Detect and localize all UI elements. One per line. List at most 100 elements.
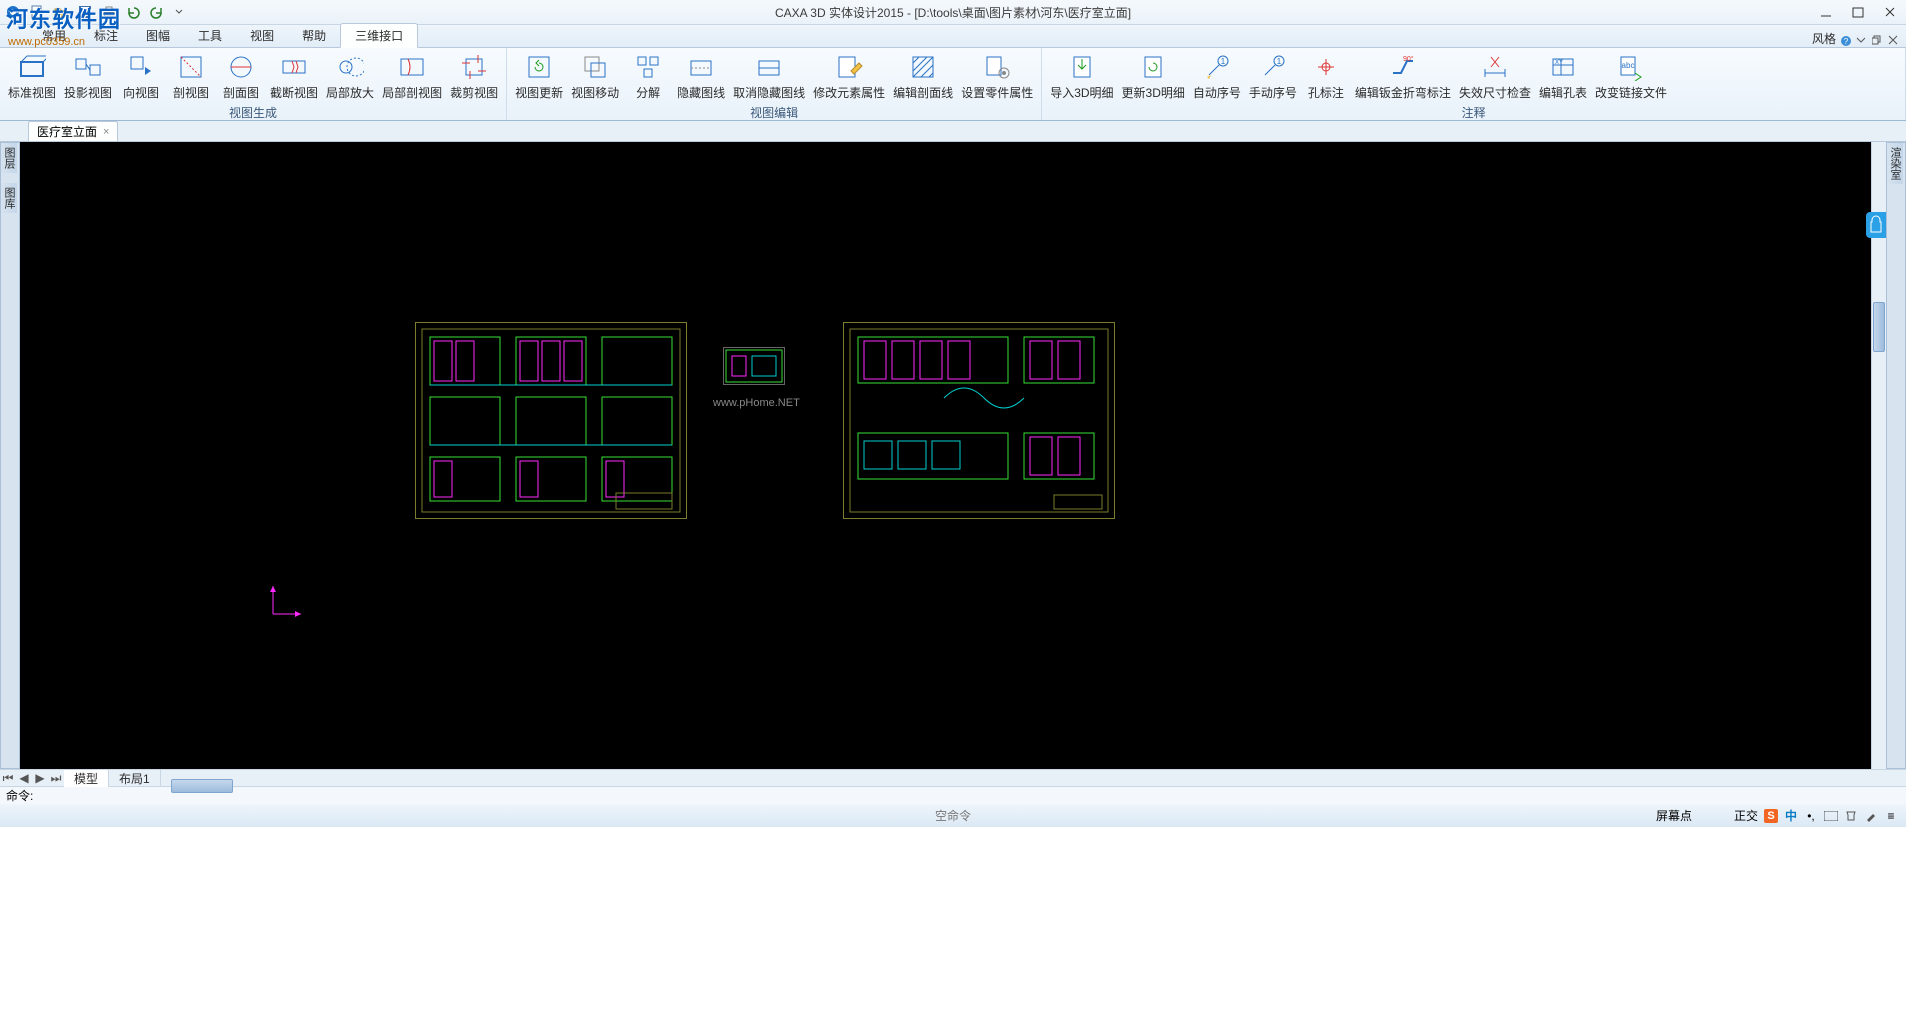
btn-projection-view[interactable]: 投影视图 — [60, 50, 116, 103]
btn-manual-balloon[interactable]: 1手动序号 — [1245, 50, 1301, 103]
btn-edit-hatch[interactable]: 编辑剖面线 — [889, 50, 957, 103]
tab-annotate[interactable]: 标注 — [80, 24, 132, 47]
help-icon[interactable]: ? — [1840, 35, 1852, 47]
tab-tools[interactable]: 工具 — [184, 24, 236, 47]
status-empty-cmd: 空命令 — [935, 807, 971, 824]
title-bar: CAXA 3D 实体设计2015 - [D:\tools\桌面\图片素材\河东\… — [0, 0, 1906, 25]
btn-cross-section[interactable]: 剖面图 — [216, 50, 266, 103]
btn-change-link-file[interactable]: abc改变链接文件 — [1591, 50, 1671, 103]
save-icon[interactable] — [78, 5, 94, 19]
btn-crop-view[interactable]: 裁剪视图 — [446, 50, 502, 103]
mdi-close-icon[interactable] — [1888, 35, 1900, 47]
btn-edit-hole-table[interactable]: XY编辑孔表 — [1535, 50, 1591, 103]
qat-more-icon[interactable] — [174, 5, 190, 19]
ribbon-tab-bar: 常用 标注 图幅 工具 视图 帮助 三维接口 风格 ? — [0, 25, 1906, 48]
drawing-canvas[interactable]: www.pHome.NET — [20, 142, 1886, 769]
tab-3d-interface[interactable]: 三维接口 — [340, 23, 418, 48]
svg-text:1: 1 — [1277, 57, 1282, 66]
maximize-button[interactable] — [1842, 0, 1874, 24]
command-line[interactable]: 命令: — [0, 786, 1906, 804]
drawing-sheet-1 — [415, 322, 687, 519]
undo-icon[interactable] — [126, 5, 142, 19]
tab-common[interactable]: 常用 — [28, 24, 80, 47]
btn-edit-bend-note[interactable]: 90°编辑钣金折弯标注 — [1351, 50, 1455, 103]
sheet-tab-model[interactable]: 模型 — [64, 770, 109, 787]
btn-detail-view[interactable]: 局部放大 — [322, 50, 378, 103]
ime-keyboard-icon[interactable] — [1824, 809, 1838, 823]
btn-unhide-lines[interactable]: 取消隐藏图线 — [729, 50, 809, 103]
btn-standard-view[interactable]: 标准视图 — [4, 50, 60, 103]
quick-access-toolbar — [0, 5, 196, 19]
sheet-nav-first-icon[interactable]: ⏮ — [0, 771, 16, 785]
redo-icon[interactable] — [150, 5, 166, 19]
btn-local-section[interactable]: 局部剖视图 — [378, 50, 446, 103]
window-title: CAXA 3D 实体设计2015 - [D:\tools\桌面\图片素材\河东\… — [775, 4, 1131, 21]
ribbon-group-label: 注释 — [1046, 103, 1901, 122]
svg-text:abc: abc — [1622, 61, 1635, 70]
sheet-nav-prev-icon[interactable]: ◀ — [16, 771, 32, 785]
ribbon: 标准视图 投影视图 向视图 剖视图 剖面图 截断视图 局部放大 局部剖视图 裁剪… — [0, 48, 1906, 121]
new-icon[interactable] — [30, 5, 46, 19]
btn-direction-view[interactable]: 向视图 — [116, 50, 166, 103]
btn-edit-element-attr[interactable]: 修改元素属性 — [809, 50, 889, 103]
btn-move-view[interactable]: 视图移动 — [567, 50, 623, 103]
btn-explode[interactable]: 分解 — [623, 50, 673, 103]
svg-text:XY: XY — [1555, 60, 1563, 66]
svg-text:90°: 90° — [1403, 55, 1414, 63]
ime-sogou-icon[interactable]: S — [1764, 809, 1778, 823]
btn-hide-lines[interactable]: 隐藏图线 — [673, 50, 729, 103]
svg-text:1: 1 — [1221, 57, 1226, 66]
ime-tool-icon[interactable] — [1864, 809, 1878, 823]
btn-import-3d-bom[interactable]: 导入3D明细 — [1046, 50, 1117, 103]
ribbon-group-view-edit: 视图更新 视图移动 分解 隐藏图线 取消隐藏图线 修改元素属性 编辑剖面线 设置… — [507, 48, 1042, 120]
ribbon-group-label: 视图编辑 — [511, 103, 1037, 122]
left-rail-library[interactable]: 图库 — [1, 183, 17, 213]
btn-set-part-attr[interactable]: 设置零件属性 — [957, 50, 1037, 103]
ribbon-group-label: 视图生成 — [4, 103, 502, 122]
sheet-nav-next-icon[interactable]: ▶ — [32, 771, 48, 785]
sheet-tab-bar: ⏮ ◀ ▶ ⏭ 模型 布局1 — [0, 769, 1906, 786]
btn-auto-balloon[interactable]: 1自动序号 — [1189, 50, 1245, 103]
left-rail-layers[interactable]: 图层 — [1, 143, 17, 173]
close-tab-icon[interactable]: × — [103, 126, 109, 138]
sheet-tab-layout1[interactable]: 布局1 — [109, 770, 161, 787]
drawing-thumb — [723, 347, 785, 385]
tab-format[interactable]: 图幅 — [132, 24, 184, 47]
btn-invalid-dim-check[interactable]: 失效尺寸检查 — [1455, 50, 1535, 103]
mdi-restore-icon[interactable] — [1872, 35, 1884, 47]
document-tab-label: 医疗室立面 — [37, 123, 97, 140]
close-button[interactable] — [1874, 0, 1906, 24]
sheet-nav-last-icon[interactable]: ⏭ — [48, 771, 64, 785]
left-side-rail: 图层 图库 — [0, 142, 20, 769]
document-tab-bar: 医疗室立面 × — [0, 121, 1906, 142]
tab-view[interactable]: 视图 — [236, 24, 288, 47]
app-icon — [6, 5, 22, 19]
ime-skin-icon[interactable] — [1844, 809, 1858, 823]
right-feature-tab[interactable] — [1866, 212, 1886, 238]
tab-help[interactable]: 帮助 — [288, 24, 340, 47]
document-tab[interactable]: 医疗室立面 × — [28, 121, 118, 141]
ribbon-group-view-gen: 标准视图 投影视图 向视图 剖视图 剖面图 截断视图 局部放大 局部剖视图 裁剪… — [0, 48, 507, 120]
ime-menu-icon[interactable]: ≡ — [1884, 809, 1898, 823]
minimize-ribbon-icon[interactable] — [1856, 35, 1868, 47]
drawing-sheet-2 — [843, 322, 1115, 519]
ime-mode-icon[interactable]: 中 — [1784, 809, 1798, 823]
ime-punct-icon[interactable]: •, — [1804, 809, 1818, 823]
command-prompt: 命令: — [6, 787, 33, 804]
right-rail-render[interactable]: 渲染室 — [1887, 143, 1903, 184]
minimize-button[interactable] — [1810, 0, 1842, 24]
canvas-watermark: www.pHome.NET — [713, 397, 800, 409]
status-ortho[interactable]: 正交 — [1734, 807, 1758, 824]
btn-update-3d-bom[interactable]: 更新3D明细 — [1118, 50, 1189, 103]
btn-broken-view[interactable]: 截断视图 — [266, 50, 322, 103]
btn-hole-callout[interactable]: 孔标注 — [1301, 50, 1351, 103]
open-icon[interactable] — [54, 5, 70, 19]
print-icon[interactable] — [102, 5, 118, 19]
ucs-icon — [265, 582, 305, 622]
status-screen-point: 屏幕点 — [1656, 807, 1692, 824]
workspace: 图层 图库 — [0, 142, 1906, 769]
btn-section-view[interactable]: 剖视图 — [166, 50, 216, 103]
svg-text:?: ? — [1844, 37, 1849, 46]
btn-update-view[interactable]: 视图更新 — [511, 50, 567, 103]
right-side-rail: 渲染室 — [1886, 142, 1906, 769]
